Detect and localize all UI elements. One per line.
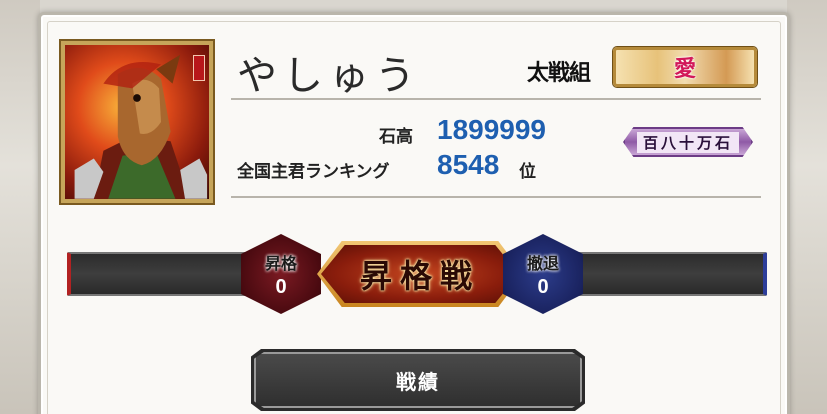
promotion-battle-title[interactable]: 昇格戦 xyxy=(317,241,523,307)
rank-unit: 位 xyxy=(519,162,536,182)
demote-count: 0 xyxy=(537,275,549,298)
kokudaka-label: 石高 xyxy=(379,127,413,147)
guild-banner[interactable]: 愛 xyxy=(613,47,757,87)
promote-label: 昇格 xyxy=(264,253,297,273)
seal-icon xyxy=(193,55,205,81)
avatar[interactable] xyxy=(59,39,215,205)
battle-record-button[interactable]: 戦績 xyxy=(251,349,585,411)
profile-panel: やしゅう 太戦組 愛 石高 1899999 全国主君ランキング 8548 位 百… xyxy=(38,12,790,414)
rank-label: 全国主君ランキング xyxy=(237,162,390,182)
demote-counter: 撤退 0 xyxy=(503,234,583,314)
background-left xyxy=(0,0,40,414)
kokudaka-value: 1899999 xyxy=(437,114,547,145)
horse-warrior-portrait-icon xyxy=(74,54,208,199)
rank-value: 8548 xyxy=(437,149,500,180)
guild-label: 太戦組 xyxy=(527,60,591,86)
divider-top xyxy=(231,98,761,100)
rank-title-badge: 百八十万石 xyxy=(623,127,753,157)
promote-count: 0 xyxy=(275,275,287,298)
promotion-battle-label: 昇格戦 xyxy=(359,257,480,295)
divider-bottom xyxy=(231,196,761,198)
background-right xyxy=(787,0,827,414)
demote-label: 撤退 xyxy=(526,253,559,273)
guild-name: 愛 xyxy=(673,56,696,82)
promote-counter: 昇格 0 xyxy=(241,234,321,314)
player-name: やしゅう xyxy=(237,53,421,99)
rank-title: 百八十万石 xyxy=(636,131,739,153)
battle-record-label: 戦績 xyxy=(396,369,440,394)
